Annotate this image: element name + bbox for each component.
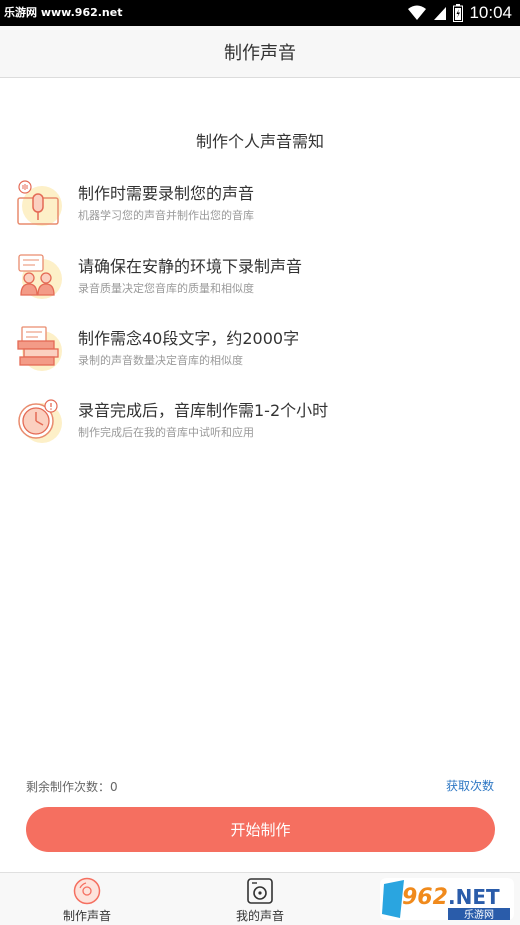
notice-item-record: 制作时需要录制您的声音 机器学习您的声音并制作出您的音库 — [0, 180, 520, 236]
my-voice-icon — [247, 878, 273, 904]
get-count-link[interactable]: 获取次数 — [446, 777, 494, 794]
section-title: 制作个人声音需知 — [195, 132, 324, 151]
record-disc-icon — [73, 877, 101, 905]
notice-subtitle: 录制的声音数量决定音库的相似度 — [78, 354, 243, 367]
svg-text:962: 962 — [402, 885, 448, 910]
remaining-count-label: 剩余制作次数：0 — [26, 780, 118, 794]
notice-item-quiet: 请确保在安静的环境下录制声音 录音质量决定您音库的质量和相似度 — [0, 253, 520, 309]
site-watermark-logo: 962 .NET 乐游网 — [380, 878, 514, 921]
clock-icon — [18, 399, 62, 443]
svg-text:乐游网: 乐游网 — [464, 908, 494, 921]
app-header: 制作声音 — [0, 26, 520, 78]
status-icons: 10:04 — [407, 2, 512, 24]
tab-label: 我的声音 — [235, 909, 284, 923]
status-site-text: 乐游网 www.962.net — [4, 6, 123, 19]
notice-title: 请确保在安静的环境下录制声音 — [78, 257, 303, 276]
notice-title: 制作时需要录制您的声音 — [78, 184, 255, 203]
notice-title: 制作需念40段文字，约2000字 — [78, 329, 300, 348]
status-bar: 乐游网 www.962.net 10:04 — [0, 0, 520, 26]
notice-item-text: 制作需念40段文字，约2000字 录制的声音数量决定音库的相似度 — [0, 325, 520, 381]
quiet-environment-icon — [18, 254, 62, 299]
battery-icon — [453, 4, 464, 22]
notice-subtitle: 录音质量决定您音库的质量和相似度 — [78, 282, 254, 295]
text-documents-icon — [17, 326, 62, 371]
svg-text:.NET: .NET — [448, 885, 500, 909]
notice-item-clock: 录音完成后，音库制作需1-2个小时 制作完成后在我的音库中试听和应用 — [0, 397, 520, 453]
notice-subtitle: 机器学习您的声音并制作出您的音库 — [78, 209, 254, 222]
microphone-icon — [17, 180, 62, 226]
tab-label: 制作声音 — [62, 909, 111, 923]
status-time: 10:04 — [469, 3, 512, 22]
notice-subtitle: 制作完成后在我的音库中试听和应用 — [78, 426, 254, 439]
wifi-icon — [408, 5, 427, 20]
notice-title: 录音完成后，音库制作需1-2个小时 — [78, 401, 329, 420]
tab-make-voice[interactable]: 制作声音 — [22, 873, 152, 925]
start-button[interactable]: 开始制作 — [26, 807, 495, 852]
signal-icon — [434, 7, 447, 20]
tab-my-voice[interactable]: 我的声音 — [195, 873, 325, 925]
page-title: 制作声音 — [224, 42, 296, 64]
